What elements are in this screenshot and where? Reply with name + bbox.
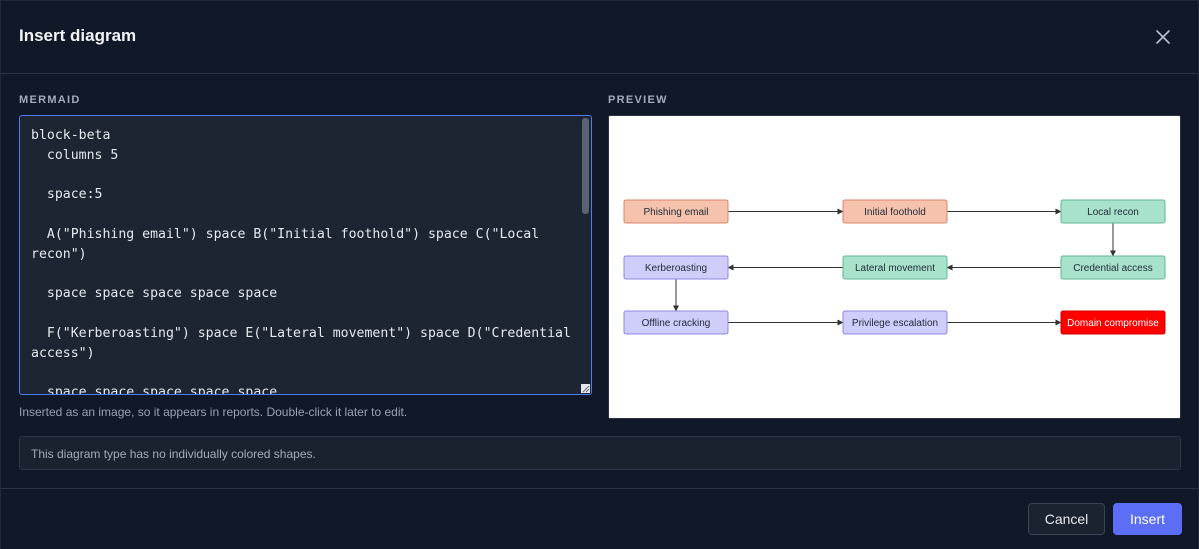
- diagram-node-D: Credential access: [1060, 255, 1166, 280]
- editor-scrollbar-thumb[interactable]: [582, 118, 589, 214]
- mermaid-code-editor[interactable]: block-beta columns 5 space:5 A("Phishing…: [19, 115, 592, 395]
- dialog-footer: [1, 488, 1198, 549]
- mermaid-code-text[interactable]: block-beta columns 5 space:5 A("Phishing…: [31, 126, 576, 394]
- diagram-node-label: Credential access: [1073, 263, 1152, 274]
- diagram-node-label: Lateral movement: [855, 263, 935, 274]
- color-notice: This diagram type has no individually co…: [19, 436, 1181, 470]
- mermaid-label: MERMAID: [19, 94, 81, 106]
- preview-label: PREVIEW: [608, 94, 668, 106]
- diagram-node-label: Kerberoasting: [645, 263, 707, 274]
- diagram-preview: Phishing email Initial foothold Local reco…: [608, 115, 1181, 419]
- diagram-node-I: Domain compromise: [1060, 310, 1166, 335]
- preview-diagram-svg: Phishing email Initial foothold Local reco…: [623, 199, 1166, 335]
- diagram-node-label: Domain compromise: [1067, 318, 1159, 329]
- diagram-node-E: Lateral movement: [842, 255, 948, 280]
- diagram-node-G: Offline cracking: [623, 310, 729, 335]
- close-icon: [1156, 30, 1170, 44]
- diagram-node-F: Kerberoasting: [623, 255, 729, 280]
- close-button[interactable]: [1149, 23, 1177, 51]
- insert-diagram-dialog: Insert diagram MERMAID PREVIEW block-bet…: [0, 0, 1199, 549]
- insert-button[interactable]: Insert: [1113, 503, 1182, 535]
- diagram-node-label: Local recon: [1087, 207, 1139, 218]
- resize-handle-icon[interactable]: [581, 384, 590, 393]
- diagram-node-C: Local recon: [1060, 199, 1166, 224]
- dialog-title: Insert diagram: [19, 26, 137, 45]
- diagram-node-label: Phishing email: [643, 207, 708, 218]
- dialog-header: Insert diagram: [1, 1, 1198, 74]
- diagram-node-label: Privilege escalation: [852, 318, 938, 329]
- diagram-node-label: Offline cracking: [642, 318, 711, 329]
- editor-hint: Inserted as an image, so it appears in r…: [19, 405, 408, 419]
- editor-scrollbar[interactable]: [581, 116, 591, 394]
- diagram-node-B: Initial foothold: [842, 199, 948, 224]
- color-notice-text: This diagram type has no individually co…: [31, 447, 316, 461]
- diagram-node-H: Privilege escalation: [842, 310, 948, 335]
- diagram-node-A: Phishing email: [623, 199, 729, 224]
- cancel-button[interactable]: Cancel: [1028, 503, 1105, 535]
- diagram-node-label: Initial foothold: [864, 207, 926, 218]
